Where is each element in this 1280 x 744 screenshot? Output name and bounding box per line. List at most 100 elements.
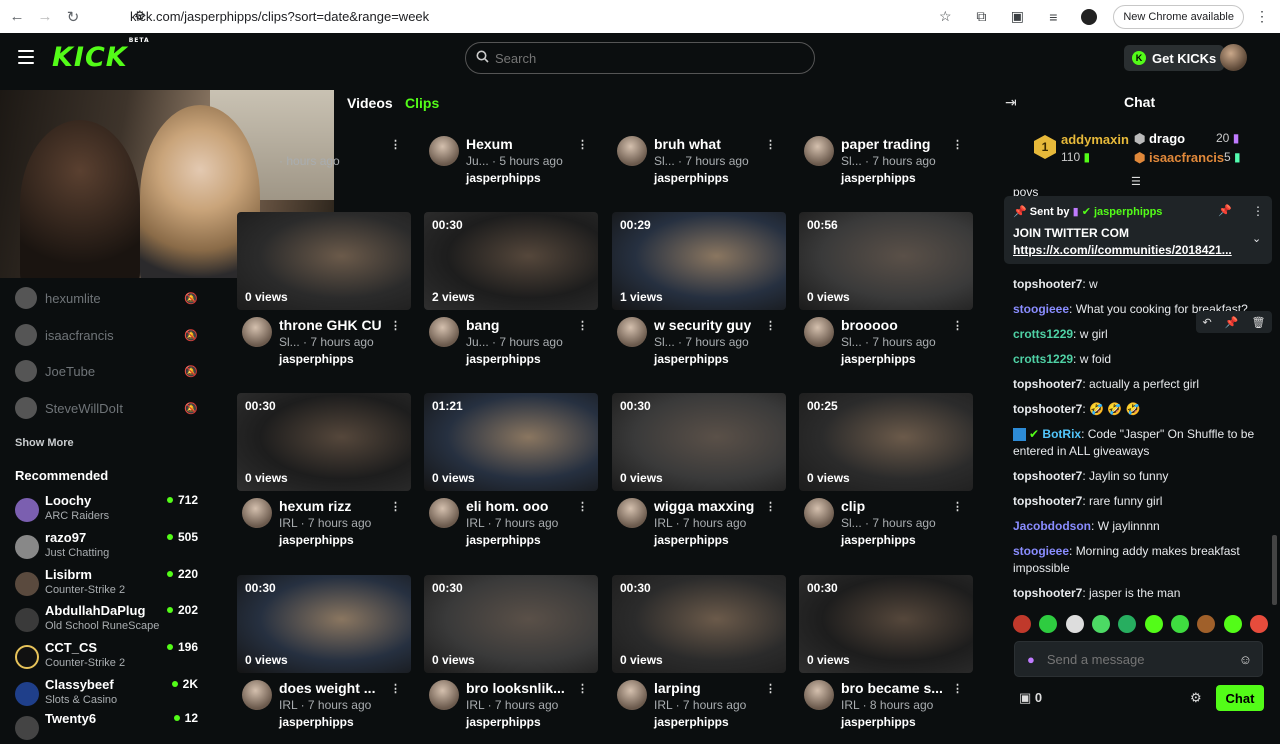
clip-creator[interactable]: jasperphipps [466,715,541,729]
chat-message[interactable]: ✔ BotRix: Code "Jasper" On Shuffle to be… [1013,426,1268,460]
clip-card[interactable]: 00:30 0 views bro looksnlik... IRL · 7 hour… [424,575,598,729]
clip-thumbnail[interactable]: 00:30 0 views [799,575,973,673]
address-bar[interactable]: ⚙ kick.com/jasperphipps/clips?sort=date&… [104,5,974,28]
recommended-channel[interactable]: Loochy ARC Raiders 712 [15,492,200,526]
clip-creator[interactable]: jasperphipps [466,533,541,547]
clip-creator[interactable]: jasperphipps [279,715,354,729]
more-options-icon[interactable]: ⋮ [952,682,963,695]
avatar[interactable] [429,136,459,166]
recommended-channel[interactable]: AbdullahDaPlug Old School RuneScape 202 [15,602,200,636]
clip-title[interactable]: paper trading [841,136,930,152]
clip-card[interactable]: 00:56 0 views brooooo Sl... · 7 hours ago ja… [799,212,973,366]
emote-icon[interactable] [1197,615,1216,633]
site-info-icon[interactable]: ⚙ [134,8,146,24]
avatar[interactable] [804,317,834,347]
pin-icon[interactable]: 📌 [1218,204,1232,217]
clip-title[interactable]: wigga maxxing [654,498,754,514]
clip-thumbnail[interactable]: 00:30 0 views [237,393,411,491]
clip-title[interactable]: bro looksnlik... [466,680,565,696]
more-options-icon[interactable]: ⋮ [952,500,963,513]
more-options-icon[interactable]: ⋮ [390,138,401,151]
reload-icon[interactable]: ↻ [62,6,84,28]
clip-card[interactable]: 01:21 0 views eli hom. ooo IRL · 7 hours ag… [424,393,598,547]
clip-card[interactable]: 00:30 0 views does weight ... IRL · 7 hours… [237,575,411,729]
bookmark-star-icon[interactable]: ☆ [933,5,957,29]
emote-icon[interactable] [1118,615,1137,633]
clip-creator[interactable]: jasperphipps [466,171,541,185]
more-options-icon[interactable]: ⋮ [390,319,401,332]
clip-creator[interactable]: jasperphipps [654,352,729,366]
chat-message[interactable]: topshooter7: actually a perfect girl [1013,376,1268,393]
clip-thumbnail[interactable]: 0 views [237,212,411,310]
clip-card[interactable]: 0 views throne GHK CU Sl... · 7 hours ago j… [237,212,411,366]
clip-title[interactable]: eli hom. ooo [466,498,548,514]
more-options-icon[interactable]: ⋮ [952,319,963,332]
more-options-icon[interactable]: ⋮ [577,319,588,332]
clip-creator[interactable]: jasperphipps [841,533,916,547]
emote-icon[interactable] [1091,615,1110,633]
clip-title[interactable]: w security guy [654,317,751,333]
clip-thumbnail[interactable]: 00:30 0 views [424,575,598,673]
new-chrome-button[interactable]: New Chrome available [1113,4,1244,29]
sidebar-channel[interactable]: isaacfrancis 🔕 [15,322,200,348]
recommended-channel[interactable]: Twenty6 12 [15,710,200,744]
clip-thumbnail[interactable]: 00:29 1 views [612,212,786,310]
avatar[interactable] [804,498,834,528]
clip-thumbnail[interactable]: 00:30 0 views [612,393,786,491]
cast-icon[interactable]: ▣ [1005,5,1029,29]
clip-card[interactable]: bruh what Sl... · 7 hours ago jasperphipps… [612,30,786,185]
recommended-channel[interactable]: CCT_CS Counter-Strike 2 196 [15,639,200,673]
more-options-icon[interactable]: ⋮ [390,500,401,513]
menu-icon[interactable] [18,50,34,64]
clip-card[interactable]: 00:30 2 views bang Ju... · 7 hours ago jaspe… [424,212,598,366]
avatar[interactable] [242,498,272,528]
chat-message[interactable]: topshooter7: 🤣 🤣 🤣 [1013,401,1268,418]
clip-card[interactable]: 00:25 0 views clip Sl... · 7 hours ago jaspe… [799,393,973,547]
clip-thumbnail[interactable]: 00:30 0 views [237,575,411,673]
extensions-icon[interactable]: ⧉ [969,5,993,29]
pin-message-icon[interactable]: 📌 [1225,316,1239,329]
emote-icon[interactable] [1170,615,1189,633]
emote-icon[interactable] [1249,615,1268,633]
avatar[interactable] [804,680,834,710]
reply-icon[interactable]: ↶ [1203,316,1212,329]
clip-title[interactable]: throne GHK CU [279,317,382,333]
clip-creator[interactable]: jasperphipps [654,533,729,547]
send-chat-button[interactable]: Chat [1216,685,1264,711]
more-options-icon[interactable]: ⋮ [577,138,588,151]
clip-title[interactable]: Hexum [466,136,513,152]
message-field[interactable] [1046,651,1217,667]
kicks-balance[interactable]: ▣ 0 [1019,690,1042,706]
emote-icon[interactable] [1223,615,1242,633]
clip-title[interactable]: hexum rizz [279,498,351,514]
avatar[interactable] [429,317,459,347]
chat-message[interactable]: topshooter7: rare funny girl [1013,493,1268,510]
chat-message[interactable]: crotts1229: w foid [1013,351,1268,368]
clip-card[interactable]: 00:30 0 views bro became s... IRL · 8 hours… [799,575,973,729]
pinned-link[interactable]: https://x.com/i/communities/2018421... [1013,243,1241,257]
more-options-icon[interactable]: ⋮ [765,138,776,151]
clip-creator[interactable]: jasperphipps [841,715,916,729]
clip-card[interactable]: paper trading Sl... · 7 hours ago jasperph… [799,30,973,185]
chat-message[interactable]: topshooter7: jasper is the man [1013,585,1268,602]
chat-settings-icon[interactable]: ⚙ [1190,690,1202,706]
clip-thumbnail[interactable]: 00:30 2 views [424,212,598,310]
clip-title[interactable]: bruh what [654,136,721,152]
sidebar-channel[interactable]: hexumlite 🔕 [15,285,200,311]
avatar[interactable] [617,498,647,528]
emote-icon[interactable] [1144,615,1163,633]
clip-card[interactable]: Hexum Ju... · 5 hours ago jasperphipps ⋮ [424,30,598,185]
chat-message[interactable]: topshooter7: w [1013,276,1268,293]
more-options-icon[interactable]: ⋮ [390,682,401,695]
profile-icon[interactable] [1077,5,1101,29]
user-avatar[interactable] [1220,44,1247,71]
clip-title[interactable]: does weight ... [279,680,375,696]
more-options-icon[interactable]: ⋮ [577,500,588,513]
clip-creator[interactable]: jasperphipps [654,171,729,185]
clip-creator[interactable]: jasperphipps [466,352,541,366]
chrome-menu-icon[interactable]: ⋮ [1250,5,1274,29]
collapse-chat-icon[interactable]: ⇥ [1005,94,1017,111]
forward-icon[interactable]: → [34,6,56,28]
clip-thumbnail[interactable]: 00:30 0 views [612,575,786,673]
clip-title[interactable]: larping [654,680,701,696]
